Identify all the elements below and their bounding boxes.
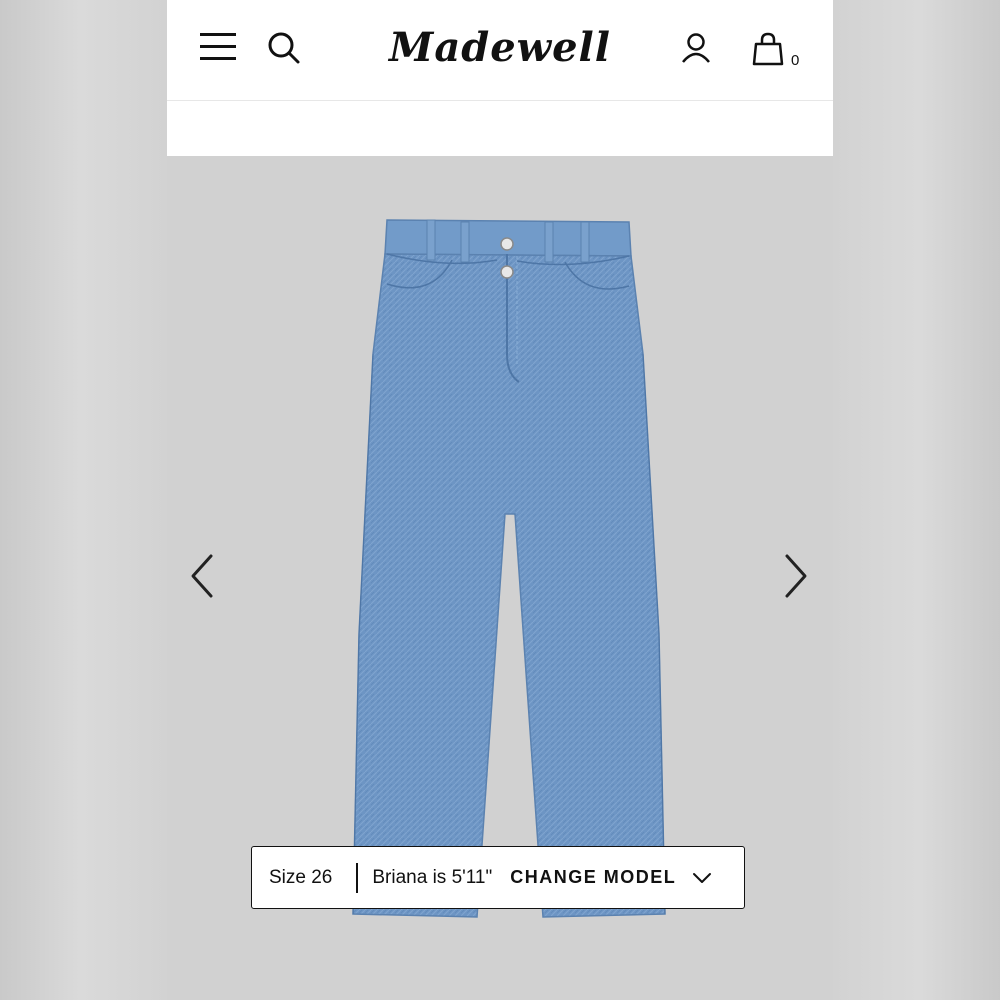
divider xyxy=(356,862,359,893)
next-image-button[interactable] xyxy=(781,553,811,599)
change-model-button[interactable]: CHANGE MODEL xyxy=(510,867,712,888)
promo-bar xyxy=(167,101,833,156)
product-image xyxy=(352,219,666,918)
chevron-down-icon xyxy=(693,872,712,883)
previous-image-button[interactable] xyxy=(187,553,217,599)
mobile-viewport: Madewell 0 Size 26 Briana is 5'11" CHANG… xyxy=(167,0,833,1000)
change-model-label: CHANGE MODEL xyxy=(510,867,677,887)
search-icon[interactable] xyxy=(267,31,301,65)
site-header: Madewell 0 xyxy=(167,0,833,101)
account-icon[interactable] xyxy=(680,32,712,64)
menu-icon[interactable] xyxy=(200,32,236,62)
product-image-carousel[interactable]: Size 26 Briana is 5'11" CHANGE MODEL xyxy=(167,156,833,1000)
model-height-info: Briana is 5'11" xyxy=(372,866,493,888)
brand-logo[interactable]: Madewell xyxy=(385,18,615,78)
model-size-label: Size 26 xyxy=(269,866,333,888)
bag-count-badge: 0 xyxy=(791,52,800,69)
bag-icon[interactable] xyxy=(752,32,784,66)
model-size-bar: Size 26 Briana is 5'11" CHANGE MODEL xyxy=(251,846,745,909)
